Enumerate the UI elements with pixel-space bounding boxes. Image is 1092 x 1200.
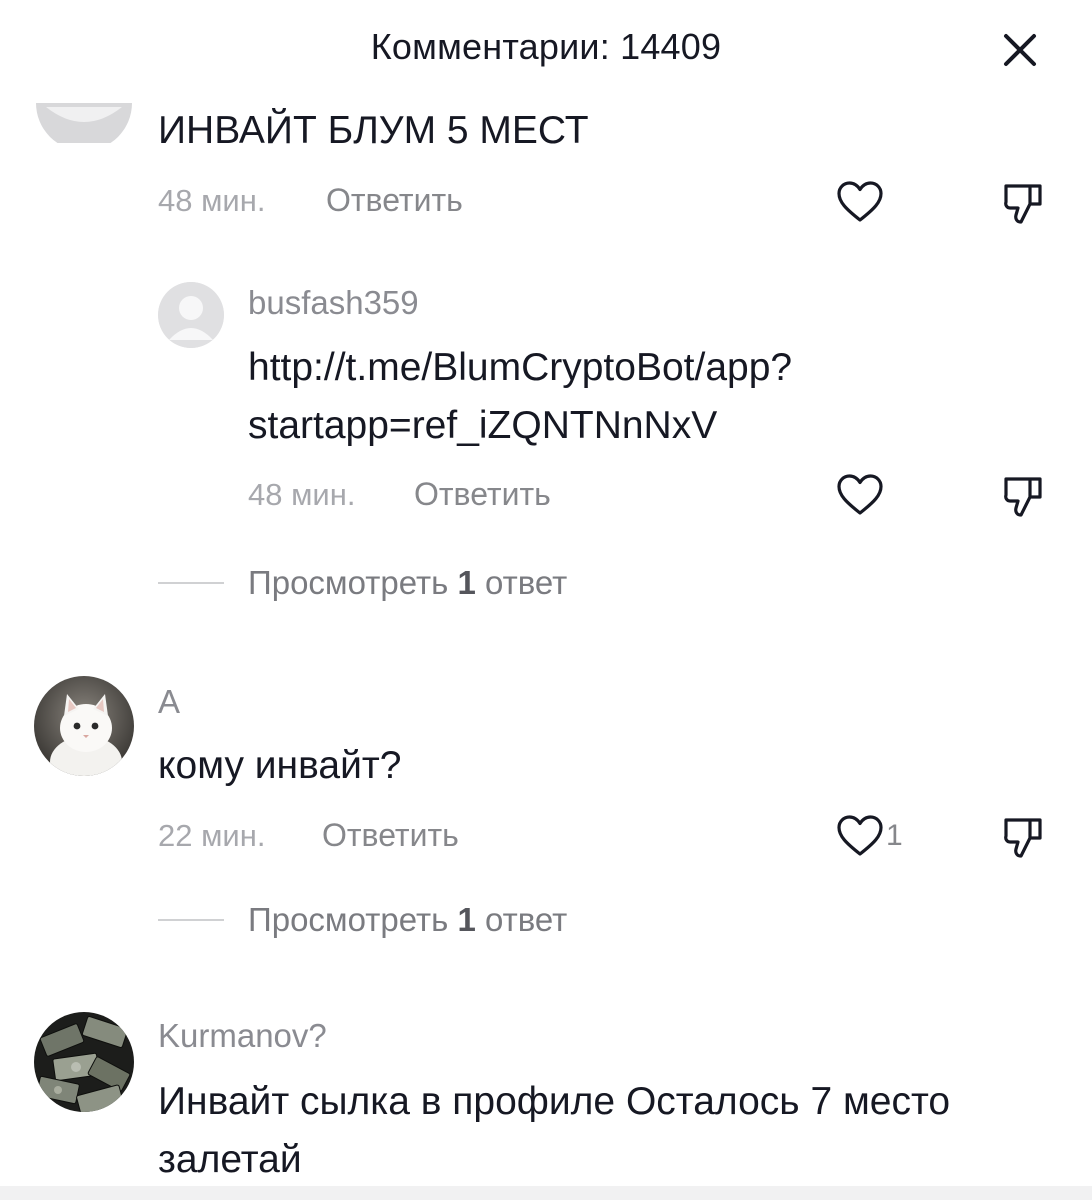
dislike-button[interactable]	[1002, 816, 1046, 860]
comment-text: Инвайт сылка в профиле Осталось 7 место	[158, 1080, 951, 1123]
comment-text: кому инвайт?	[158, 744, 402, 787]
avatar[interactable]	[34, 676, 134, 776]
comments-header-title: Комментарии: 14409	[370, 26, 722, 67]
avatar[interactable]	[34, 1012, 134, 1112]
heart-icon	[837, 474, 883, 515]
thumbs-down-icon	[1004, 818, 1042, 858]
reply-button[interactable]: Ответить	[322, 817, 459, 854]
comment-username[interactable]: A	[158, 683, 180, 721]
close-icon	[1004, 34, 1036, 66]
comment-text: залетай	[158, 1138, 302, 1181]
like-button[interactable]	[836, 473, 884, 517]
reply-button[interactable]: Ответить	[326, 182, 463, 219]
view-replies-button[interactable]: Просмотреть 1 ответ	[158, 901, 567, 939]
heart-icon	[837, 181, 883, 222]
like-button[interactable]	[836, 180, 884, 224]
comment-time: 22 мин.	[158, 818, 266, 853]
default-avatar-icon	[158, 282, 224, 348]
comment-username[interactable]: busfash359	[248, 284, 419, 322]
default-avatar-icon	[36, 103, 132, 143]
divider	[158, 919, 224, 921]
view-replies-button[interactable]: Просмотреть 1 ответ	[158, 564, 567, 602]
comment-time: 48 мин.	[158, 183, 266, 218]
avatar[interactable]	[158, 282, 224, 348]
cat-avatar-image	[34, 676, 134, 776]
like-button[interactable]: 1	[836, 814, 903, 858]
comment-text[interactable]: http://t.me/BlumCryptoBot/app?	[248, 340, 792, 396]
comment-username[interactable]: Kurmanov?	[158, 1017, 327, 1055]
dislike-button[interactable]	[1002, 475, 1046, 519]
heart-icon	[837, 815, 883, 856]
thumbs-down-icon	[1004, 184, 1042, 224]
view-replies-suffix: ответ	[475, 564, 568, 601]
comment-text: ИНВАЙТ БЛУМ 5 МЕСТ	[158, 109, 589, 152]
view-replies-prefix: Просмотреть	[248, 901, 458, 938]
divider	[158, 582, 224, 584]
avatar[interactable]	[36, 103, 132, 143]
money-avatar-image	[34, 1012, 134, 1112]
like-count: 1	[886, 819, 903, 852]
dislike-button[interactable]	[1002, 182, 1046, 226]
reply-button[interactable]: Ответить	[414, 476, 551, 513]
view-replies-count: 1	[457, 564, 476, 601]
close-button[interactable]	[996, 26, 1044, 74]
view-replies-suffix: ответ	[475, 901, 568, 938]
bottom-bar	[0, 1186, 1092, 1200]
comment-time: 48 мин.	[248, 477, 356, 512]
view-replies-count: 1	[457, 901, 476, 938]
view-replies-prefix: Просмотреть	[248, 564, 458, 601]
thumbs-down-icon	[1004, 477, 1042, 517]
comment-text[interactable]: startapp=ref_iZQNTNnNxV	[248, 398, 717, 454]
